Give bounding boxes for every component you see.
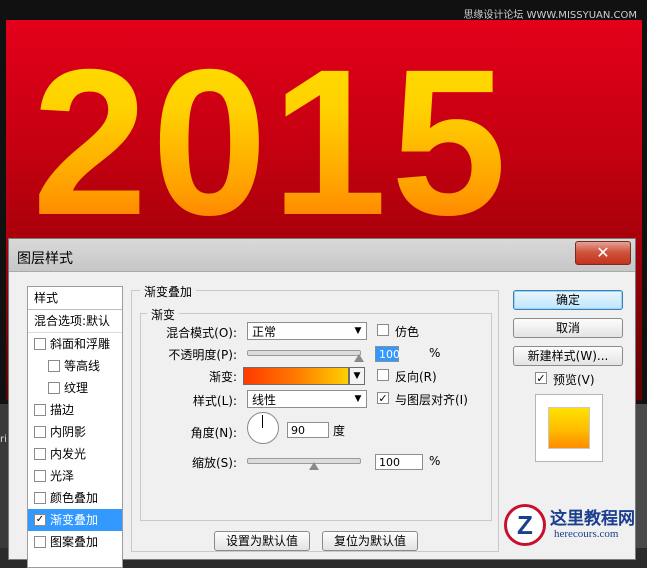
watermark-text: 思缘设计论坛 WWW.MISSYUAN.COM <box>463 10 637 21</box>
dither-checkbox[interactable] <box>377 324 389 336</box>
new-style-button[interactable]: 新建样式(W)... <box>513 346 623 366</box>
style-item[interactable]: 内发光 <box>28 443 122 465</box>
style-item[interactable]: 纹理 <box>28 377 122 399</box>
reverse-checkbox[interactable] <box>377 369 389 381</box>
blend-mode-label: 混合模式(O): <box>166 326 237 340</box>
preview-checkbox[interactable]: ✓ <box>535 372 547 385</box>
angle-label: 角度(N): <box>190 426 237 440</box>
gradient-style-select[interactable]: 线性 ▼ <box>247 390 367 408</box>
dialog-titlebar[interactable]: 图层样式 ✕ <box>9 239 635 272</box>
style-item[interactable]: 颜色叠加 <box>28 487 122 509</box>
close-button[interactable]: ✕ <box>575 241 631 265</box>
gradient-style-value: 线性 <box>252 393 277 407</box>
style-item-checkbox[interactable] <box>34 470 46 482</box>
blend-mode-select[interactable]: 正常 ▼ <box>247 322 367 340</box>
blend-options-item[interactable]: 混合选项:默认 <box>28 310 122 333</box>
style-item[interactable]: ✓ 渐变叠加 <box>28 509 122 531</box>
scale-label: 缩放(S): <box>191 456 237 470</box>
style-item-label: 等高线 <box>64 359 101 373</box>
make-default-button[interactable]: 设置为默认值 <box>214 531 310 551</box>
style-item-label: 光泽 <box>50 469 75 483</box>
blend-mode-value: 正常 <box>252 325 277 339</box>
opacity-input[interactable]: 100 <box>375 346 400 362</box>
style-item-checkbox[interactable] <box>34 338 46 350</box>
logo-domain: herecours.com <box>554 528 619 540</box>
align-with-layer-checkbox[interactable]: ✓ <box>377 392 389 405</box>
scale-slider-handle[interactable] <box>309 462 320 470</box>
align-with-layer-label: 与图层对齐(I) <box>395 393 468 407</box>
style-item-checkbox[interactable] <box>34 404 46 416</box>
gradient-dropdown-button[interactable]: ▼ <box>349 367 365 385</box>
cancel-button[interactable]: 取消 <box>513 318 623 338</box>
gradient-overlay-group: 渐变叠加 渐变 混合模式(O): 正常 ▼ 仿色 不透明度(P): 100 % … <box>131 283 499 552</box>
style-item-label: 斜面和浮雕 <box>50 337 111 351</box>
style-item-label: 纹理 <box>64 381 89 395</box>
styles-list: 样式 混合选项:默认 斜面和浮雕等高线纹理描边内阴影内发光光泽颜色叠加 ✓ 渐变叠加… <box>27 286 123 568</box>
reset-default-button[interactable]: 复位为默认值 <box>322 531 418 551</box>
logo-mark: Z <box>504 504 546 546</box>
chevron-down-icon: ▼ <box>353 371 361 381</box>
angle-unit: 度 <box>333 424 346 438</box>
gradient-overlay-title: 渐变叠加 <box>140 283 197 300</box>
style-item-checkbox[interactable] <box>48 360 60 372</box>
style-preview <box>535 394 603 462</box>
style-item-checkbox[interactable] <box>34 492 46 504</box>
close-icon: ✕ <box>596 243 610 262</box>
poster-year-text: 2015 <box>32 38 632 248</box>
scale-unit: % <box>429 454 441 468</box>
style-item-checkbox[interactable] <box>34 448 46 460</box>
angle-input[interactable]: 90 <box>287 422 329 438</box>
angle-dial[interactable] <box>247 412 279 444</box>
style-item[interactable]: 光泽 <box>28 465 122 487</box>
scale-slider[interactable] <box>247 458 361 464</box>
gradient-picker[interactable] <box>243 367 349 385</box>
opacity-slider-handle[interactable] <box>354 354 364 362</box>
style-item[interactable]: 图案叠加 <box>28 531 122 553</box>
gradient-label: 渐变: <box>208 370 237 384</box>
chevron-down-icon: ▼ <box>354 326 362 336</box>
dialog-title: 图层样式 <box>17 251 73 267</box>
gradient-subgroup-title: 渐变 <box>147 306 180 323</box>
site-logo: Z 这里教程网 herecours.com <box>498 500 647 548</box>
chevron-down-icon: ▼ <box>354 394 362 404</box>
style-item-label: 图案叠加 <box>50 535 99 549</box>
style-item-label: 内发光 <box>50 447 87 461</box>
style-item[interactable]: 内阴影 <box>28 421 122 443</box>
preview-swatch <box>548 407 590 449</box>
style-item-label: 渐变叠加 <box>50 513 99 527</box>
style-item-label: 颜色叠加 <box>50 491 99 505</box>
style-item[interactable]: 描边 <box>28 399 122 421</box>
gradient-subgroup: 渐变 混合模式(O): 正常 ▼ 仿色 不透明度(P): 100 % 渐变: ▼… <box>140 306 492 521</box>
style-item-label: 描边 <box>50 403 75 417</box>
opacity-unit: % <box>429 346 441 360</box>
style-label: 样式(L): <box>192 394 237 408</box>
style-item[interactable]: 等高线 <box>28 355 122 377</box>
opacity-slider[interactable] <box>247 350 361 356</box>
opacity-label: 不透明度(P): <box>168 348 237 362</box>
style-item[interactable]: 斜面和浮雕 <box>28 333 122 355</box>
style-item-checkbox[interactable] <box>34 426 46 438</box>
angle-needle <box>262 415 263 428</box>
left-edge-text: ri <box>0 434 7 445</box>
style-item-checkbox[interactable]: ✓ <box>34 514 46 526</box>
styles-header[interactable]: 样式 <box>28 287 122 310</box>
style-item-checkbox[interactable] <box>48 382 60 394</box>
logo-name: 这里教程网 <box>550 509 635 529</box>
reverse-label: 反向(R) <box>395 370 437 384</box>
style-item-checkbox[interactable] <box>34 536 46 548</box>
style-items: 斜面和浮雕等高线纹理描边内阴影内发光光泽颜色叠加 ✓ 渐变叠加图案叠加 <box>28 333 122 553</box>
dither-label: 仿色 <box>395 325 420 339</box>
scale-input[interactable]: 100 <box>375 454 423 470</box>
style-item-label: 内阴影 <box>50 425 87 439</box>
ok-button[interactable]: 确定 <box>513 290 623 310</box>
preview-label: 预览(V) <box>553 373 595 387</box>
